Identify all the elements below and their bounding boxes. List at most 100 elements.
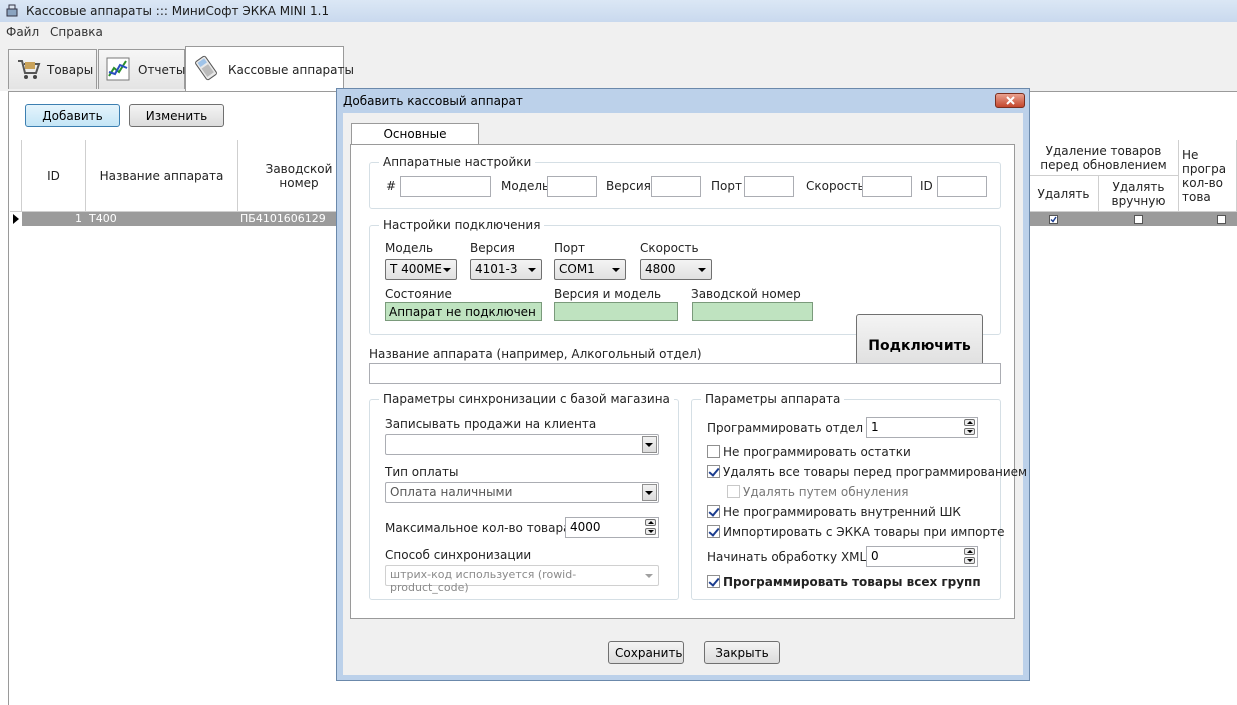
client-sales-select[interactable]: [385, 434, 659, 455]
state-label: Состояние: [385, 287, 452, 301]
conn-version-label: Версия: [470, 241, 515, 255]
hw-port-input[interactable]: [744, 176, 794, 197]
sync-method-label: Способ синхронизации: [385, 548, 532, 562]
sync-method-select: штрих-код используется (rowid-product_co…: [385, 565, 659, 594]
hash-label: #: [386, 179, 397, 193]
menu-bar: Файл Справка: [0, 22, 1237, 42]
stepper-down-icon[interactable]: [964, 428, 975, 435]
stepper-up-icon[interactable]: [964, 419, 975, 426]
conn-model-select[interactable]: Т 400МЕ: [385, 259, 457, 280]
conn-speed-select[interactable]: 4800: [640, 259, 712, 280]
no-internal-barcode-checkbox[interactable]: [707, 505, 720, 518]
delete-zero-label: Удалять путем обнуления: [743, 485, 909, 499]
chevron-down-icon: [645, 443, 653, 447]
grid-header-no-prog[interactable]: Не програ кол-во това: [1179, 140, 1237, 212]
main-settings-panel: Аппаратные настройки # Модель Версия Пор…: [350, 144, 1027, 619]
menu-file[interactable]: Файл: [6, 25, 39, 39]
grid-header-name[interactable]: Название аппарата: [86, 140, 238, 212]
hardware-settings-group: Аппаратные настройки # Модель Версия Пор…: [369, 155, 1001, 209]
grid-header-delete-group[interactable]: Удаление товаров перед обновлением: [1029, 140, 1179, 176]
max-goods-value: 4000: [570, 520, 601, 534]
conn-version-select[interactable]: 4101-3: [470, 259, 542, 280]
grid-header-delete[interactable]: Удалять: [1029, 176, 1099, 212]
close-button[interactable]: Закрыть: [704, 641, 780, 664]
stepper-buttons[interactable]: [963, 419, 976, 436]
cell-no-prog-checkbox[interactable]: [1217, 215, 1226, 224]
add-cash-register-dialog: Добавить кассовый аппарат Основные настр…: [336, 88, 1030, 681]
payment-type-select[interactable]: Оплата наличными: [385, 482, 659, 503]
stepper-buttons[interactable]: [644, 519, 657, 536]
chevron-down-icon: [443, 268, 451, 272]
check-icon: [1050, 216, 1057, 223]
delete-zero-checkbox: [727, 485, 740, 498]
conn-model-label: Модель: [385, 241, 434, 255]
client-sales-dropdown-button[interactable]: [642, 436, 657, 453]
cell-name: Т400: [89, 212, 117, 225]
sync-params-group: Параметры синхронизации с базой магазина…: [369, 392, 679, 600]
grid-header-delete-manual[interactable]: Удалять вручную: [1099, 176, 1179, 212]
delete-all-checkbox[interactable]: [707, 465, 720, 478]
chevron-down-icon: [645, 491, 653, 495]
serial-number-label: Заводской номер: [691, 287, 801, 301]
all-groups-checkbox[interactable]: [707, 575, 720, 588]
max-goods-stepper[interactable]: 4000: [565, 517, 659, 538]
chevron-down-icon: [698, 268, 706, 272]
cell-delete-checkbox[interactable]: [1049, 215, 1058, 224]
hw-port-label: Порт: [711, 179, 742, 193]
hardware-settings-legend: Аппаратные настройки: [379, 155, 536, 169]
stepper-down-icon[interactable]: [964, 557, 975, 564]
grid-header-id[interactable]: ID: [22, 140, 86, 212]
edit-button[interactable]: Изменить: [129, 104, 224, 127]
add-button[interactable]: Добавить: [25, 104, 120, 127]
device-name-input[interactable]: [369, 363, 1001, 384]
main-tabstrip: Товары Отчеты Кассовые аппараты: [0, 41, 1237, 92]
payment-type-dropdown-button[interactable]: [642, 484, 657, 501]
stepper-down-icon[interactable]: [645, 528, 656, 535]
hw-model-input[interactable]: [547, 176, 597, 197]
cell-serial: ПБ4101606129: [240, 212, 326, 225]
tab-cash-registers[interactable]: Кассовые аппараты: [185, 46, 354, 92]
title-bar: Кассовые аппараты ::: МиниСофт ЭККА MINI…: [0, 0, 1237, 22]
save-button[interactable]: Сохранить: [608, 641, 684, 664]
menu-help[interactable]: Справка: [50, 25, 103, 39]
stepper-up-icon[interactable]: [964, 548, 975, 555]
conn-speed-label: Скорость: [640, 241, 699, 255]
no-stock-label: Не программировать остатки: [723, 445, 911, 459]
grid-header-serial[interactable]: Заводской номер: [238, 140, 348, 212]
tab-goods[interactable]: Товары: [8, 49, 97, 89]
payment-type-value: Оплата наличными: [390, 485, 513, 499]
hw-version-input[interactable]: [651, 176, 701, 197]
max-goods-label: Максимальное кол-во товара: [385, 521, 571, 535]
hw-id-input[interactable]: [937, 176, 987, 197]
stepper-buttons[interactable]: [963, 548, 976, 565]
conn-version-value: 4101-3: [475, 262, 518, 276]
no-internal-barcode-label: Не программировать внутренний ШК: [723, 505, 961, 519]
program-dept-stepper[interactable]: 1: [866, 417, 978, 438]
sync-params-legend: Параметры синхронизации с базой магазина: [379, 392, 674, 406]
dialog-close-button[interactable]: [995, 93, 1025, 108]
chart-icon: [106, 57, 130, 81]
no-stock-checkbox[interactable]: [707, 445, 720, 458]
tab-main-settings[interactable]: Основные настройки: [351, 123, 479, 161]
hash-input[interactable]: [400, 176, 491, 197]
close-icon: [1006, 96, 1015, 105]
conn-speed-value: 4800: [645, 262, 676, 276]
conn-port-value: COM1: [559, 262, 595, 276]
chevron-down-icon: [645, 574, 653, 578]
hw-speed-label: Скорость: [806, 179, 865, 193]
version-model-field: [554, 302, 678, 321]
xml-start-value: 0: [871, 549, 879, 563]
hw-speed-input[interactable]: [862, 176, 912, 197]
stepper-up-icon[interactable]: [645, 519, 656, 526]
conn-port-label: Порт: [554, 241, 585, 255]
conn-port-select[interactable]: COM1: [554, 259, 626, 280]
xml-start-stepper[interactable]: 0: [866, 546, 978, 567]
hw-model-label: Модель: [501, 179, 550, 193]
cell-delete-manual-checkbox[interactable]: [1134, 215, 1143, 224]
chevron-down-icon: [612, 268, 620, 272]
tab-reports[interactable]: Отчеты: [98, 49, 185, 89]
import-goods-checkbox[interactable]: [707, 525, 720, 538]
all-groups-label: Программировать товары всех групп: [723, 575, 981, 589]
delete-all-label: Удалять все товары перед программировани…: [723, 465, 1028, 479]
row-pointer-icon: [13, 214, 19, 224]
